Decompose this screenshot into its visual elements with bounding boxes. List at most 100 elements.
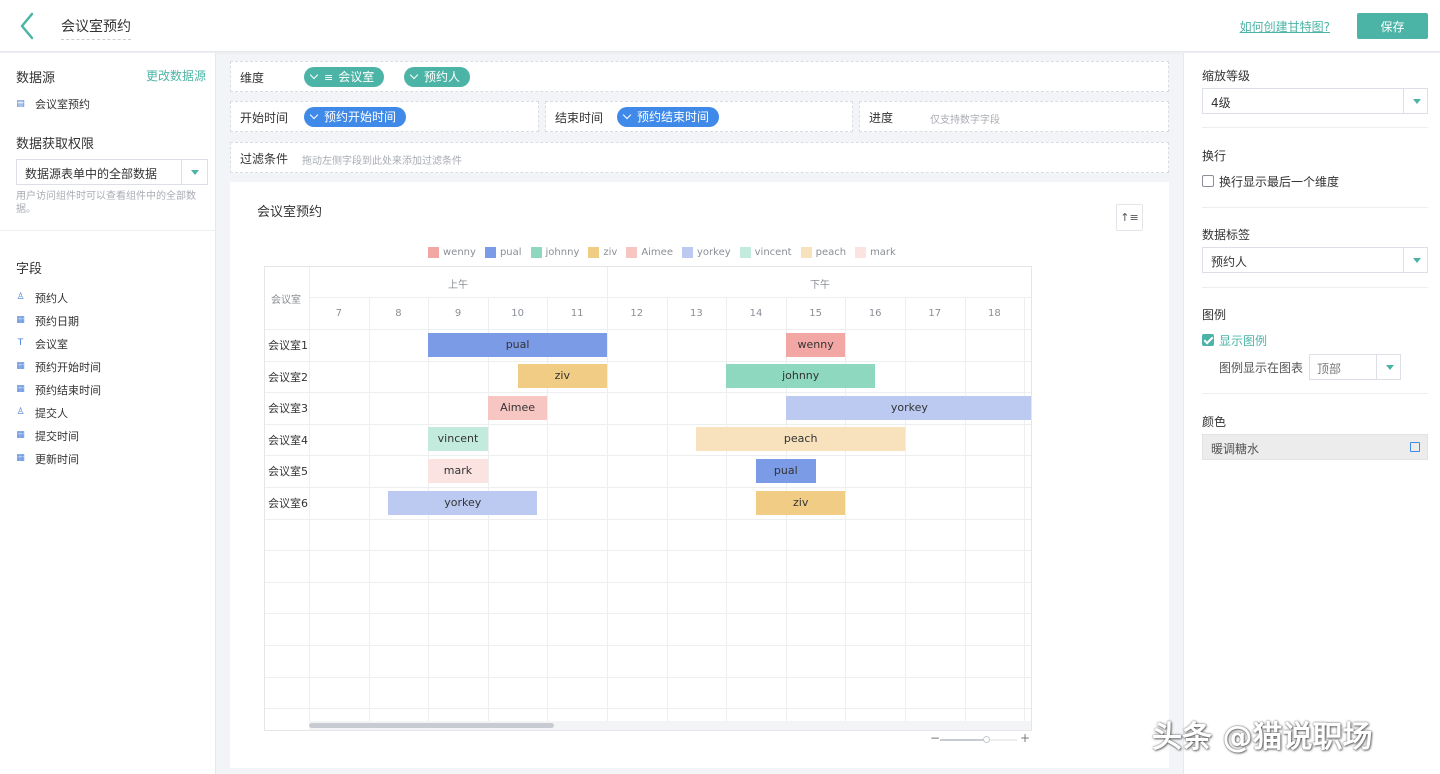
show-legend-checkbox[interactable] (1202, 334, 1214, 346)
dimension-dropzone[interactable]: 维度 ≡ 会议室 预约人 (230, 61, 1169, 92)
gantt-bar[interactable]: yorkey (785, 395, 1031, 420)
grid-line (265, 581, 1031, 583)
end-time-pill[interactable]: 预约结束时间 (617, 107, 720, 127)
field-item[interactable]: ♙ 提交人 (16, 401, 101, 424)
divider (1202, 287, 1428, 288)
hour-tick-label: 8 (395, 308, 402, 319)
back-arrow-icon[interactable] (16, 12, 40, 40)
divider (0, 230, 216, 231)
legend-label: yorkey (696, 247, 731, 258)
gantt-bar[interactable]: vincent (428, 427, 488, 452)
field-item[interactable]: ▦ 提交时间 (16, 424, 101, 447)
gantt-bar[interactable]: ziv (756, 490, 846, 515)
divider (1202, 393, 1428, 394)
start-time-pill[interactable]: 预约开始时间 (304, 107, 407, 127)
legend-item[interactable]: vincent (739, 247, 792, 258)
legend-item[interactable]: johnny (530, 247, 579, 258)
legend-position-value: 顶部 (1317, 362, 1342, 376)
legend-item[interactable]: peach (800, 247, 846, 258)
field-item[interactable]: ♙ 预约人 (16, 286, 101, 309)
datasource-item[interactable]: ▤ 会议室预约 (16, 96, 90, 112)
end-time-dropzone[interactable]: 结束时间 预约结束时间 (545, 101, 853, 132)
field-item[interactable]: ▦ 更新时间 (16, 447, 101, 470)
legend-swatch (530, 247, 542, 258)
field-label: 预约日期 (35, 314, 79, 328)
legend-title: 图例 (1202, 308, 1227, 322)
field-item[interactable]: ▦ 预约结束时间 (16, 378, 101, 401)
wrap-checkbox[interactable] (1202, 175, 1214, 187)
hour-tick-label: 13 (690, 308, 703, 319)
zoom-level-value: 4级 (1211, 96, 1231, 110)
zoom-level-select[interactable]: 4级 (1202, 88, 1428, 114)
gantt-bar[interactable]: yorkey (388, 490, 538, 515)
scrollbar-thumb[interactable] (309, 723, 554, 728)
legend-item[interactable]: wenny (428, 247, 476, 258)
person-icon: ♙ (16, 292, 25, 302)
permission-title: 数据获取权限 (16, 137, 95, 152)
edit-icon[interactable] (1410, 442, 1420, 452)
dropdown-arrow-icon (1403, 89, 1427, 113)
period-label: 下午 (810, 280, 830, 291)
zoom-slider[interactable]: − + (930, 731, 1030, 746)
data-label-title: 数据标签 (1202, 228, 1251, 242)
dimension-pill-room[interactable]: ≡ 会议室 (304, 67, 385, 87)
grid-line (726, 297, 728, 730)
legend-item[interactable]: Aimee (626, 247, 673, 258)
grid-line (1024, 297, 1026, 730)
legend-position-select[interactable]: 顶部 (1309, 354, 1401, 380)
field-item[interactable]: T 会议室 (16, 332, 101, 355)
field-item[interactable]: ▦ 预约开始时间 (16, 355, 101, 378)
save-button[interactable]: 保存 (1357, 13, 1428, 39)
progress-dropzone[interactable]: 进度 仅支持数字字段 (859, 101, 1169, 132)
left-sidebar: 数据源 更改数据源 ▤ 会议室预约 数据获取权限 数据源表单中的全部数据 用户访… (0, 53, 216, 774)
gantt-bar[interactable]: mark (428, 458, 488, 483)
grid-line (265, 455, 1031, 457)
legend-item[interactable]: yorkey (681, 247, 731, 258)
gantt-bar[interactable]: peach (696, 427, 905, 452)
field-label: 预约结束时间 (35, 383, 101, 397)
grid-line (964, 297, 966, 730)
grid-line (607, 297, 608, 730)
permission-select[interactable]: 数据源表单中的全部数据 (16, 159, 208, 185)
legend-item[interactable]: ziv (588, 247, 617, 258)
zoom-handle[interactable] (983, 736, 990, 743)
gantt-bar[interactable]: pual (756, 458, 816, 483)
person-icon: ♙ (16, 407, 25, 417)
filter-dropzone[interactable]: 过滤条件 拖动左侧字段到此处来添加过滤条件 (230, 142, 1169, 173)
change-datasource-link[interactable]: 更改数据源 (146, 67, 206, 84)
dropdown-arrow-icon (1376, 355, 1400, 379)
start-time-dropzone[interactable]: 开始时间 预约开始时间 (230, 101, 539, 132)
grid-line (666, 297, 668, 730)
room-label: 会议室6 (268, 497, 308, 510)
filter-hint: 拖动左侧字段到此处来添加过滤条件 (302, 156, 462, 167)
sort-icon[interactable]: ↑≡ (1116, 204, 1143, 231)
gantt-bar[interactable]: wenny (785, 332, 846, 357)
gantt-bar[interactable]: Aimee (487, 395, 548, 420)
legend-label: mark (870, 247, 896, 258)
data-label-select[interactable]: 预约人 (1202, 247, 1428, 273)
zoom-out-icon[interactable]: − (930, 731, 940, 745)
gantt-bar[interactable]: johnny (726, 364, 876, 389)
grid-line (265, 392, 1031, 394)
dropdown-arrow-icon (181, 160, 207, 184)
grid-line (845, 297, 847, 730)
room-column-header: 会议室 (271, 295, 301, 306)
gantt-bar[interactable]: ziv (517, 364, 607, 389)
horizontal-scrollbar[interactable] (309, 721, 1031, 730)
hour-tick-label: 18 (988, 308, 1001, 319)
show-legend-label: 显示图例 (1219, 334, 1268, 348)
wrap-title: 换行 (1202, 149, 1227, 163)
grid-line (265, 708, 1031, 710)
grid-line (265, 550, 1031, 552)
color-theme-field[interactable]: 暖调糖水 (1202, 434, 1428, 460)
legend-item[interactable]: pual (484, 247, 522, 258)
dimension-pill-person[interactable]: 预约人 (404, 67, 471, 87)
help-link[interactable]: 如何创建甘特图? (1240, 18, 1330, 35)
legend-item[interactable]: mark (855, 247, 896, 258)
gantt-bar[interactable]: pual (428, 332, 607, 357)
page-title[interactable]: 会议室预约 (61, 16, 131, 40)
field-label: 提交时间 (35, 429, 79, 443)
field-item[interactable]: ▦ 预约日期 (16, 309, 101, 332)
zoom-in-icon[interactable]: + (1020, 731, 1030, 745)
wrap-option-label: 换行显示最后一个维度 (1219, 175, 1340, 189)
